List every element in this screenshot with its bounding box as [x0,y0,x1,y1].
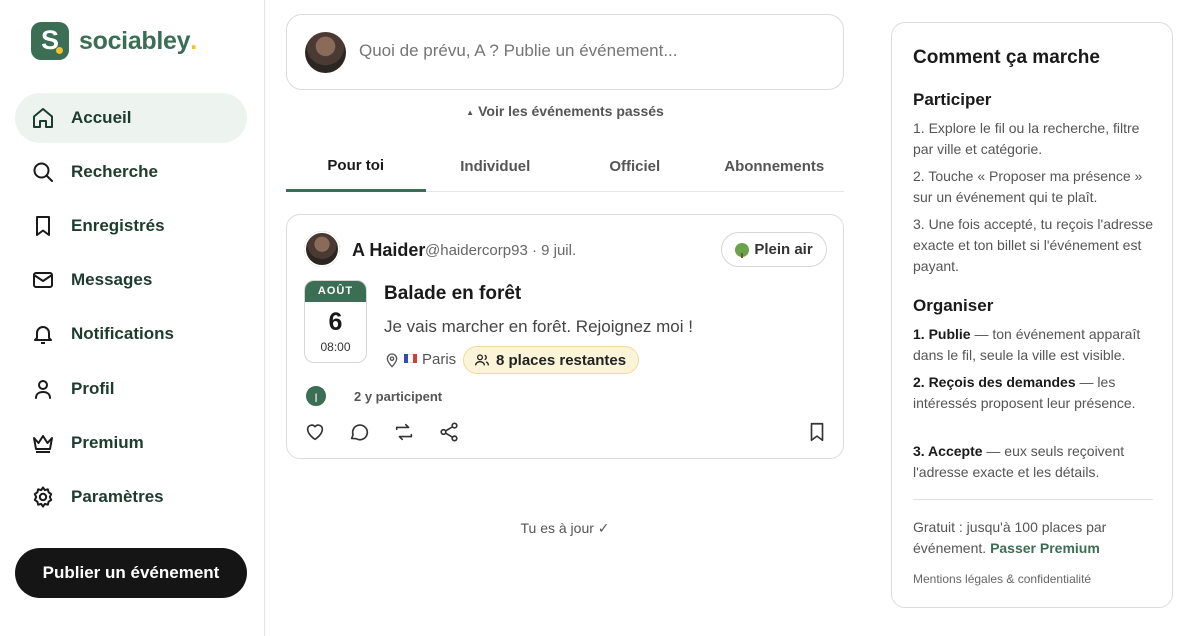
sidebar-item-premium[interactable]: Premium [15,418,247,468]
sidebar-item-notifications[interactable]: Notifications [15,309,247,359]
organize-step-title: 2. Reçois des demandes [913,374,1076,390]
logo[interactable]: S sociabley. [31,22,197,60]
legal-link[interactable]: Mentions légales & confidentialité [913,572,1091,586]
event-description: Je vais marcher en forêt. Rejoignez moi … [384,317,693,336]
sidebar: S sociabley. Accueil Recherche Enregistr… [0,0,265,636]
participate-step: 1. Explore le fil ou la recherche, filtr… [913,120,1140,157]
sidebar-item-enregistres[interactable]: Enregistrés [15,201,247,251]
participate-step: 2. Touche « Proposer ma présence » sur u… [913,168,1143,205]
sidebar-item-label: Enregistrés [71,216,165,235]
tab-officiel[interactable]: Officiel [565,142,705,191]
organize-step-title: 1. Publie [913,326,971,342]
home-icon [33,108,53,128]
search-icon [33,162,53,182]
participate-step: 3. Une fois accepté, tu reçois l'adresse… [913,216,1154,274]
past-events-link[interactable]: ▲ Voir les événements passés [286,103,844,119]
mail-icon [33,272,53,288]
composer-input[interactable] [359,41,809,61]
participate-heading: Participer [913,90,992,109]
logo-text: sociabley. [79,27,197,56]
logo-mark-letter: S [40,25,59,55]
france-flag-icon [404,354,417,363]
participant-avatar [304,231,340,267]
participant-avatar: I [304,384,328,408]
divider [913,499,1153,500]
event-month: AOÛT [305,281,366,302]
organize-step: 3. Accepte — eux seuls reçoivent l'adres… [913,441,1158,483]
tree-icon [735,242,750,258]
sidebar-item-label: Messages [71,270,153,289]
brand-dot: . [190,26,197,55]
tab-individuel[interactable]: Individuel [426,142,566,191]
sidebar-item-parametres[interactable]: Paramètres [15,472,247,522]
sidebar-item-label: Premium [71,433,144,452]
author-name[interactable]: A Haider [352,240,425,261]
triangle-up-icon: ▲ [466,107,475,117]
sidebar-item-label: Accueil [71,108,132,127]
sidebar-item-messages[interactable]: Messages [15,255,247,305]
sidebar-item-label: Recherche [71,162,158,181]
sidebar-item-label: Paramètres [71,487,164,506]
event-city: Paris [422,351,457,368]
organize-step-title: 3. Accepte [913,443,983,459]
logo-mark: S [31,22,69,60]
author-meta: @haidercorp93 · 9 juil. [425,242,577,259]
bookmark-icon[interactable] [806,421,828,443]
repost-icon[interactable] [393,421,415,443]
avatar [305,32,346,73]
panel-title: Comment ça marche [913,47,1100,68]
brand-name: sociabley [79,26,191,55]
sidebar-item-label: Notifications [71,324,174,343]
organize-step: 1. Publie — ton événement apparaît dans … [913,324,1158,366]
event-time: 08:00 [320,340,351,354]
how-it-works-panel: Comment ça marche Participer 1. Explore … [891,22,1173,608]
feed-tabs: Pour toi Individuel Officiel Abonnements [286,142,844,192]
event-date-box: AOÛT 6 08:00 [304,280,367,363]
past-events-label: Voir les événements passés [478,103,664,119]
sidebar-item-accueil[interactable]: Accueil [15,93,247,143]
bookmark-icon [36,216,50,236]
remaining-places-label: 8 places restantes [496,351,627,369]
category-label: Plein air [754,241,813,258]
gear-icon [33,486,53,508]
user-icon [35,380,51,399]
remaining-places-badge: 8 places restantes [463,346,640,374]
tab-abonnements[interactable]: Abonnements [705,142,845,191]
sidebar-item-label: Profil [71,379,115,398]
bell-icon [34,326,52,344]
sidebar-item-recherche[interactable]: Recherche [15,147,247,197]
event-post-card[interactable]: A Haider @haidercorp93 · 9 juil. Plein a… [286,214,844,459]
organize-heading: Organiser [913,296,994,315]
participants-count[interactable]: 2 y participent [354,389,442,404]
people-icon [475,354,489,366]
event-title[interactable]: Balade en forêt [384,283,521,305]
category-badge[interactable]: Plein air [721,232,827,267]
feed-end-message: Tu es à jour ✓ [520,520,610,536]
like-icon[interactable] [304,421,326,443]
organize-step: 2. Reçois des demandes — les intéressés … [913,372,1158,414]
tab-pour-toi[interactable]: Pour toi [286,142,426,192]
location-pin-icon [386,353,398,368]
share-icon[interactable] [438,421,460,443]
free-plan-info: Gratuit : jusqu'à 100 places par événeme… [913,517,1158,559]
go-premium-link[interactable]: Passer Premium [990,540,1100,556]
crown-icon [33,435,53,453]
sidebar-item-profil[interactable]: Profil [15,364,247,414]
publish-event-button[interactable]: Publier un événement [15,548,247,598]
comment-icon[interactable] [348,421,370,443]
event-day: 6 [328,308,343,336]
composer[interactable] [286,14,844,90]
